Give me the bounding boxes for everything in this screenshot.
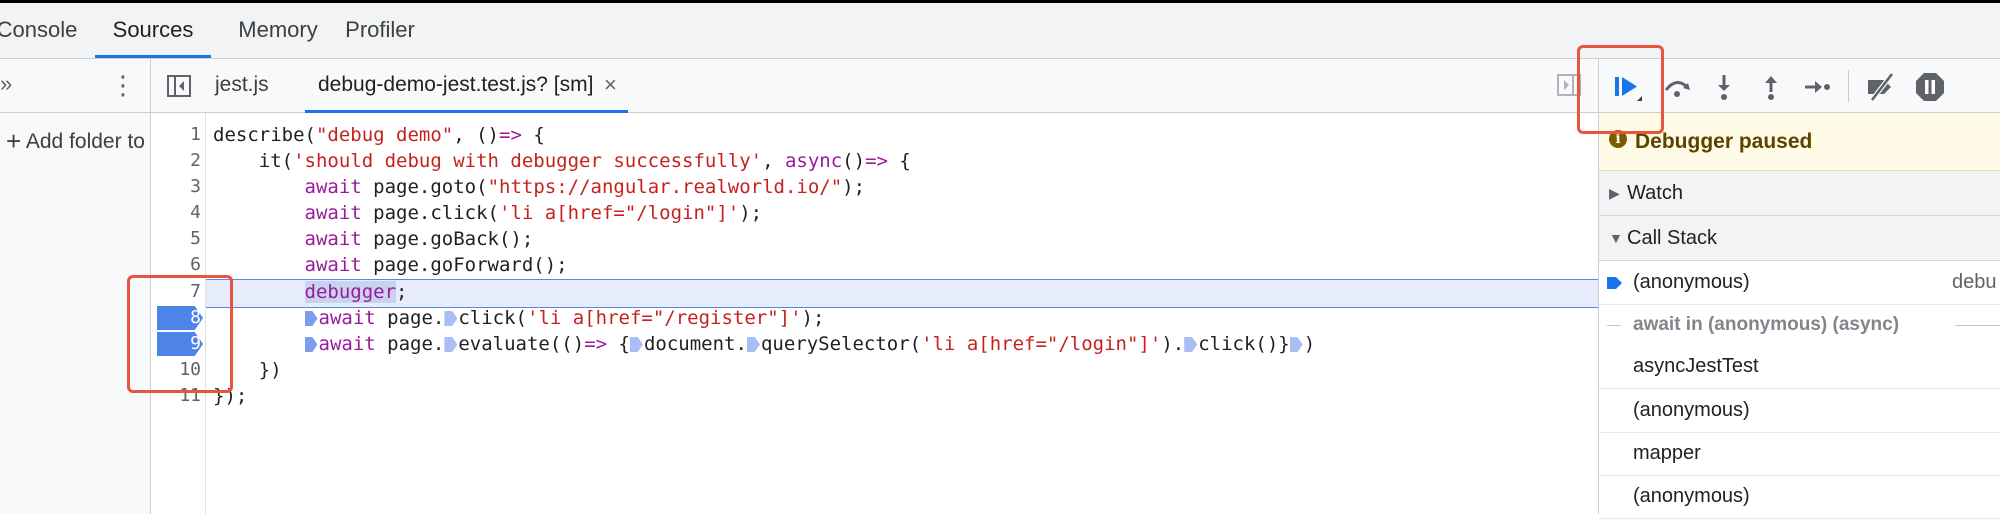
frame-name: mapper bbox=[1633, 442, 1701, 464]
expand-arrow-icon: ▶ bbox=[1609, 185, 1620, 201]
line-number[interactable]: 4 bbox=[151, 200, 201, 226]
current-frame-arrow-icon bbox=[1607, 277, 1622, 289]
code-line[interactable]: await page.goForward(); bbox=[213, 252, 568, 278]
code-line[interactable]: describe("debug demo", ()=> { bbox=[213, 122, 545, 148]
inline-breakpoint-icon[interactable] bbox=[1184, 337, 1198, 352]
line-number[interactable]: 1 bbox=[151, 122, 201, 148]
async-label: await in (anonymous) (async) bbox=[1633, 314, 1900, 335]
inline-breakpoint-icon[interactable] bbox=[746, 337, 760, 352]
line-number[interactable]: 2 bbox=[151, 148, 201, 174]
inline-breakpoint-icon[interactable] bbox=[444, 337, 458, 352]
panel-tab-bar: Console Sources Memory Profiler bbox=[0, 3, 2000, 59]
code-line[interactable]: await page.goBack(); bbox=[213, 226, 534, 252]
call-frame[interactable]: (anonymous) bbox=[1599, 475, 2000, 519]
watch-section-header[interactable]: ▶ Watch bbox=[1599, 171, 2000, 216]
line-number[interactable]: 5 bbox=[151, 226, 201, 252]
inline-breakpoint-icon[interactable] bbox=[629, 337, 643, 352]
call-frame[interactable]: asyncJestTest bbox=[1599, 345, 2000, 389]
close-tab-icon[interactable]: × bbox=[604, 59, 617, 112]
inline-breakpoint-icon[interactable] bbox=[444, 311, 458, 326]
tab-profiler[interactable]: Profiler bbox=[336, 3, 424, 58]
step-into-icon[interactable] bbox=[1707, 70, 1741, 104]
async-separator: await in (anonymous) (async) bbox=[1599, 305, 2000, 345]
call-frame[interactable]: mapper bbox=[1599, 432, 2000, 476]
active-file-indicator bbox=[305, 110, 628, 113]
separator-line bbox=[1607, 325, 1621, 326]
call-stack-label: Call Stack bbox=[1627, 227, 1718, 249]
tab-console[interactable]: Console bbox=[0, 3, 82, 58]
pane-divider bbox=[150, 59, 151, 113]
tab-memory[interactable]: Memory bbox=[222, 3, 334, 58]
add-folder-button[interactable]: + Add folder to bbox=[6, 125, 150, 157]
frame-name: (anonymous) bbox=[1633, 271, 1750, 293]
toolbar-divider bbox=[1848, 70, 1849, 102]
code-line[interactable]: await page. evaluate(()=> {document. query… bbox=[213, 331, 1315, 357]
plus-icon: + bbox=[6, 126, 22, 156]
watch-label: Watch bbox=[1627, 182, 1683, 204]
call-frame[interactable]: (anonymous) bbox=[1599, 389, 2000, 433]
frame-name: (anonymous) bbox=[1633, 485, 1750, 507]
navigator-menu-icon[interactable]: ⋮ bbox=[110, 59, 136, 112]
step-icon[interactable] bbox=[1800, 70, 1834, 104]
code-line[interactable]: await page.goto("https://angular.realwor… bbox=[213, 174, 866, 200]
frame-location: debu bbox=[1952, 271, 1997, 293]
pause-on-exceptions-icon[interactable] bbox=[1913, 70, 1947, 104]
step-out-icon[interactable] bbox=[1754, 70, 1788, 104]
call-frame-current[interactable]: (anonymous) debu bbox=[1599, 261, 2000, 305]
paused-line-highlight bbox=[206, 279, 1598, 308]
code-line[interactable]: it('should debug with debugger successfu… bbox=[213, 148, 911, 174]
file-tab-debug-demo[interactable]: debug-demo-jest.test.js? [sm] bbox=[318, 59, 593, 112]
deactivate-breakpoints-icon[interactable] bbox=[1864, 70, 1898, 104]
annotation-highlight-resume bbox=[1577, 45, 1664, 134]
call-stack-section-header[interactable]: ▼ Call Stack bbox=[1599, 216, 2000, 261]
frame-name: asyncJestTest bbox=[1633, 355, 1759, 377]
toggle-navigator-icon[interactable] bbox=[166, 73, 192, 99]
collapse-arrow-icon: ▼ bbox=[1609, 230, 1623, 246]
more-tabs-icon[interactable]: » bbox=[0, 59, 20, 112]
add-folder-label: Add folder to bbox=[25, 130, 145, 153]
step-over-icon[interactable] bbox=[1660, 70, 1694, 104]
inline-breakpoint-icon[interactable] bbox=[304, 337, 318, 352]
tab-sources[interactable]: Sources bbox=[95, 3, 211, 58]
active-tab-indicator bbox=[95, 55, 211, 58]
inline-breakpoint-icon[interactable] bbox=[304, 311, 318, 326]
file-tab-jest-js[interactable]: jest.js bbox=[215, 59, 269, 112]
frame-name: (anonymous) bbox=[1633, 399, 1750, 421]
line-number[interactable]: 3 bbox=[151, 174, 201, 200]
inline-breakpoint-icon[interactable] bbox=[1289, 337, 1303, 352]
code-line[interactable]: await page. click('li a[href="/register"]… bbox=[213, 305, 824, 331]
separator-line bbox=[1955, 325, 2000, 326]
annotation-highlight-breakpoints bbox=[127, 275, 233, 393]
code-line[interactable]: await page.click('li a[href="/login"]'); bbox=[213, 200, 763, 226]
code-line-paused[interactable]: debugger; bbox=[213, 279, 407, 305]
